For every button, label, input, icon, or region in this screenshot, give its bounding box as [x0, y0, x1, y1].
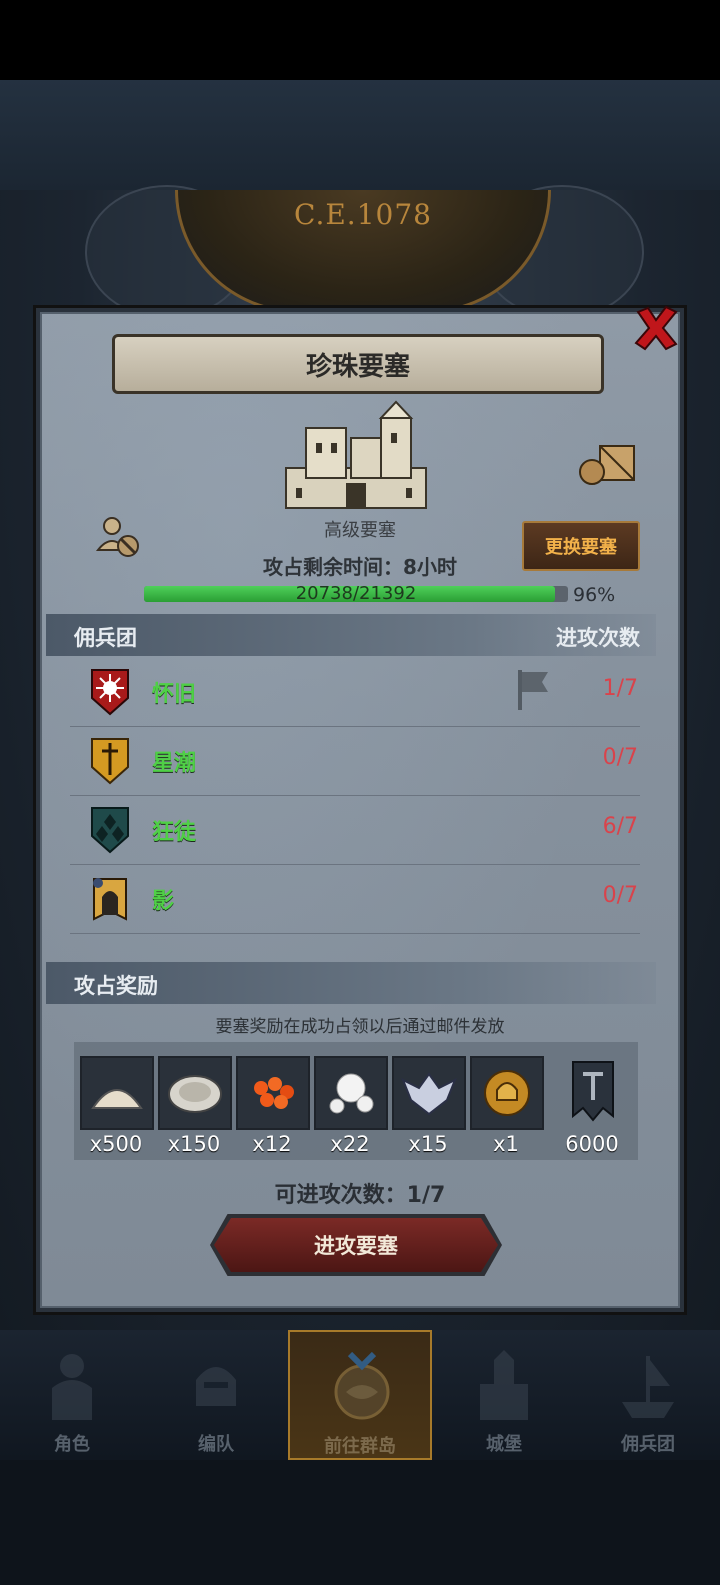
reward-item[interactable]: x12	[236, 1056, 310, 1156]
pearl-icon	[314, 1056, 388, 1130]
mercenary-attack-count: 0/7	[602, 745, 638, 770]
attack-remaining-count: 可进攻次数：1/7	[274, 1183, 446, 1208]
dialog-title-bar: 珍珠要塞	[112, 334, 604, 394]
knight-icon	[52, 1354, 92, 1420]
shadow-arch-banner-icon	[93, 878, 127, 921]
reward-quantity: x500	[89, 1132, 143, 1156]
reward-quantity: x22	[330, 1132, 370, 1156]
nav-label: 城堡	[486, 1434, 522, 1455]
nav-tab-islands[interactable]: 前往群岛	[288, 1330, 432, 1460]
roe-icon	[236, 1056, 310, 1130]
dialog-title: 珍珠要塞	[305, 351, 410, 382]
flag-icon	[518, 670, 548, 710]
reward-quantity: 6000	[565, 1132, 619, 1156]
mercenary-name: 怀旧	[152, 682, 197, 707]
reward-quantity: x12	[252, 1132, 292, 1156]
reward-item[interactable]: x22	[314, 1056, 388, 1156]
close-icon	[634, 305, 678, 351]
reward-quantity: x150	[167, 1132, 221, 1156]
mercenary-name: 影	[152, 889, 175, 914]
top-header-bg	[0, 80, 720, 190]
reward-item[interactable]: 6000	[556, 1056, 628, 1156]
nav-tab-formation[interactable]: 编队	[144, 1330, 288, 1460]
status-bar-area	[0, 0, 720, 80]
reward-item[interactable]: x150	[158, 1056, 232, 1156]
castle-icon	[285, 400, 427, 509]
nav-label: 佣兵团	[621, 1434, 675, 1455]
nav-label: 前往群岛	[324, 1436, 396, 1457]
attack-fortress-button[interactable]: 进攻要塞	[214, 1218, 498, 1272]
nav-tab-mercenaries[interactable]: 佣兵团	[576, 1330, 720, 1460]
progress-percent: 96%	[573, 584, 616, 606]
attack-count-header: 进攻次数	[556, 626, 640, 650]
mercenary-attack-count: 1/7	[602, 676, 638, 701]
teal-diamond-shield-icon	[91, 807, 129, 854]
mercenary-attack-count: 6/7	[602, 814, 638, 839]
close-button[interactable]	[630, 302, 682, 354]
attack-button-label: 进攻要塞	[314, 1234, 398, 1258]
ship-icon	[622, 1356, 674, 1418]
capture-time-remaining: 攻占剩余时间：8小时	[263, 555, 457, 579]
bottom-bar-area	[0, 1460, 720, 1585]
reward-section-header: 攻占奖励	[46, 962, 656, 1004]
nav-label: 角色	[54, 1434, 90, 1455]
nav-label: 编队	[198, 1434, 234, 1455]
nav-tab-character[interactable]: 角色	[0, 1330, 144, 1460]
reward-quantity: x1	[493, 1132, 519, 1156]
era-label: C.E.1078	[294, 198, 432, 231]
red-sun-shield-icon	[91, 669, 129, 716]
reward-item[interactable]: x15	[392, 1056, 466, 1156]
winged-emblem-icon	[392, 1056, 466, 1130]
progress-value: 20738/21392	[295, 583, 417, 604]
mercenary-row[interactable]: 怀旧 1/7	[70, 658, 640, 727]
castle-nav-icon	[480, 1350, 528, 1420]
bottom-nav: 角色 编队 前往群岛 城堡 佣兵团	[0, 1330, 720, 1460]
supply-crate-icon[interactable]	[578, 440, 638, 488]
mercenary-section-header: 佣兵团 进攻次数	[46, 614, 656, 656]
reward-note: 要塞奖励在成功占领以后通过邮件发放	[215, 1017, 505, 1037]
reward-quantity: x15	[408, 1132, 448, 1156]
nav-tab-castle[interactable]: 城堡	[432, 1330, 576, 1460]
mercenary-row[interactable]: 影 0/7	[70, 865, 640, 934]
gold-helmet-coin-icon	[470, 1056, 544, 1130]
guild-banner-icon	[556, 1056, 630, 1130]
mercenary-row[interactable]: 星潮 0/7	[70, 727, 640, 796]
mercenary-name: 星潮	[152, 751, 197, 776]
mercenary-attack-count: 0/7	[602, 883, 638, 908]
mercenary-section-title: 佣兵团	[74, 626, 137, 650]
oyster-icon	[158, 1056, 232, 1130]
helmet-icon	[196, 1367, 236, 1406]
mercenary-name: 狂徒	[152, 820, 197, 845]
compass-icon	[334, 1352, 390, 1420]
mercenary-row[interactable]: 狂徒 6/7	[70, 796, 640, 865]
reward-section-title: 攻占奖励	[74, 974, 158, 998]
reward-item[interactable]: x1	[470, 1056, 544, 1156]
gold-sword-shield-icon	[91, 738, 129, 785]
salt-pile-icon	[80, 1056, 154, 1130]
reward-item[interactable]: x500	[80, 1056, 154, 1156]
